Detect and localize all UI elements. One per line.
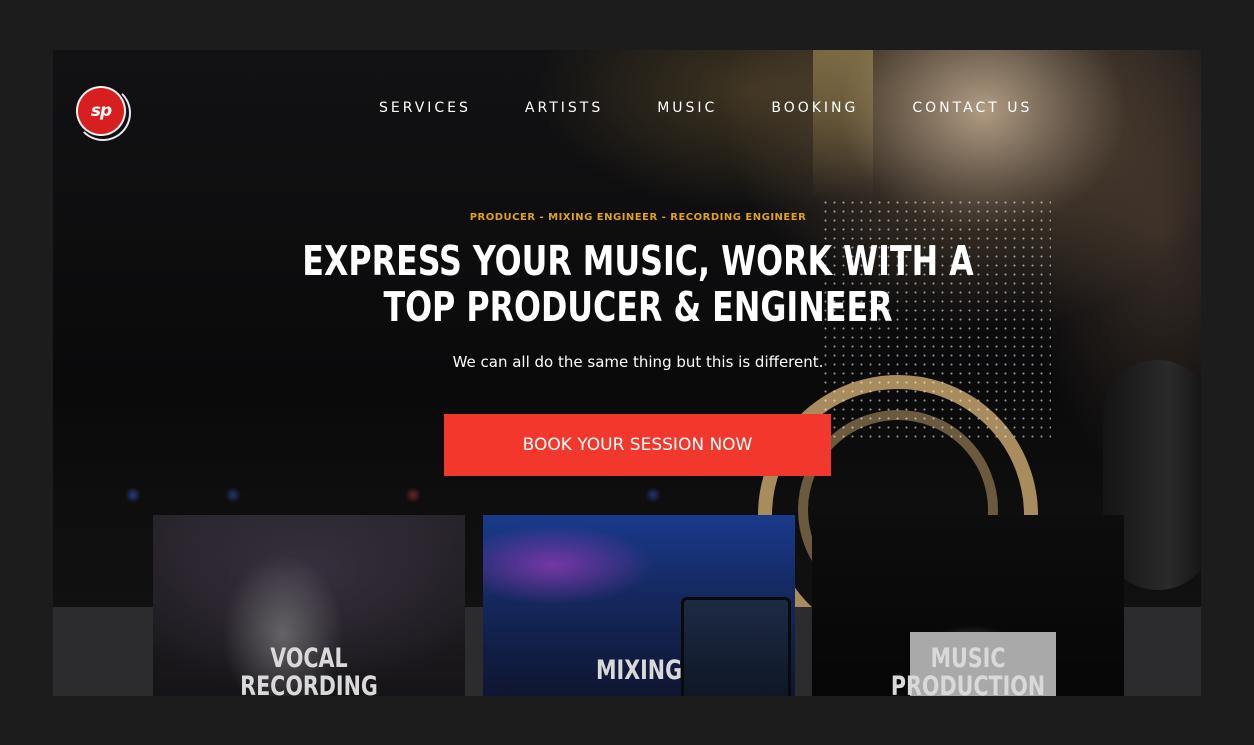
service-card-mixing[interactable]: MIXING (483, 515, 795, 696)
nav-link-services[interactable]: SERVICES (379, 100, 471, 116)
service-card-title: VOCAL RECORDING (176, 643, 441, 697)
card-title-line-2: RECORDING (240, 671, 378, 697)
hero-tagline: PRODUCER - MIXING ENGINEER - RECORDING E… (469, 212, 807, 223)
service-card-title: MUSIC PRODUCTION (835, 643, 1100, 697)
brand-logo[interactable]: sp (75, 85, 131, 141)
nav-link-music[interactable]: MUSIC (657, 100, 717, 116)
headline-line-2: TOP PRODUCER & ENGINEER (383, 283, 893, 331)
service-card-vocal-recording[interactable]: VOCAL RECORDING (153, 515, 465, 696)
hero-subtitle: We can all do the same thing but this is… (452, 353, 824, 371)
nav-link-booking[interactable]: BOOKING (771, 100, 858, 116)
main-navigation: SERVICES ARTISTS MUSIC BOOKING CONTACT U… (379, 100, 1086, 116)
headline-line-1: EXPRESS YOUR MUSIC, WORK WITH A (302, 237, 974, 285)
service-card-music-production[interactable]: MUSIC PRODUCTION (812, 515, 1124, 696)
website-viewport: sp SERVICES ARTISTS MUSIC BOOKING CONTAC… (53, 50, 1201, 696)
nav-link-artists[interactable]: ARTISTS (525, 100, 603, 116)
card-title-line-1: MIXING (595, 655, 683, 686)
card-title-line-2: PRODUCTION (890, 671, 1046, 697)
card-title-line-1: MUSIC (930, 643, 1006, 674)
service-card-title: MIXING (506, 657, 771, 685)
background-bokeh (93, 480, 793, 510)
book-session-button[interactable]: BOOK YOUR SESSION NOW (444, 414, 831, 476)
nav-link-contact-us[interactable]: CONTACT US (912, 100, 1032, 116)
background-light (813, 50, 873, 200)
hero-headline: EXPRESS YOUR MUSIC, WORK WITH A TOP PROD… (135, 238, 1141, 330)
card-title-line-1: VOCAL (270, 643, 348, 674)
logo-headphone-arc (75, 85, 131, 141)
